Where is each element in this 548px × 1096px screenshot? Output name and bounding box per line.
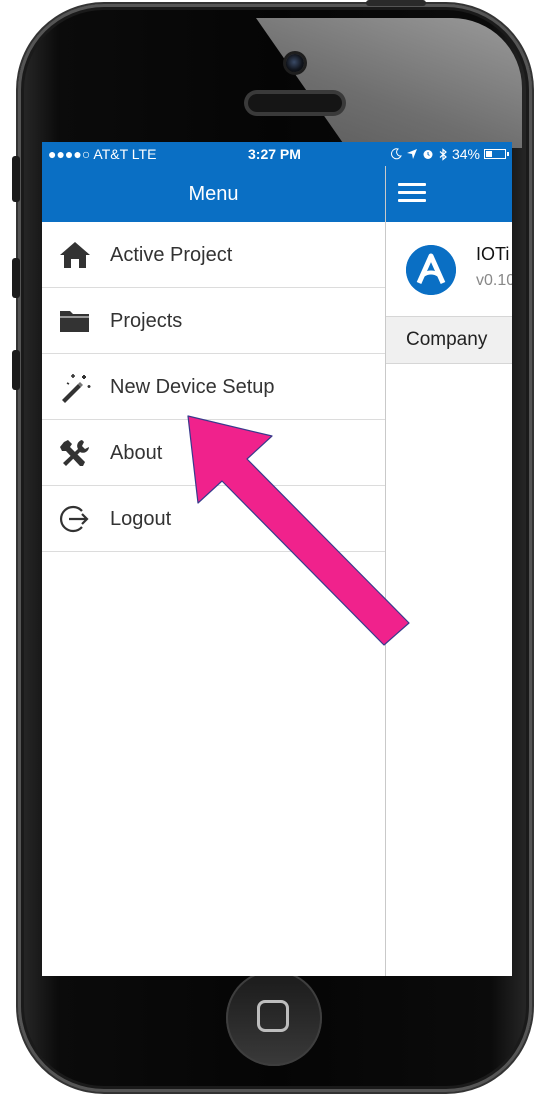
menu-item-logout[interactable]: Logout [42, 486, 385, 552]
app-title: IOTi [476, 244, 510, 264]
company-section-header: Company [386, 316, 512, 364]
status-time: 3:27 PM [248, 146, 301, 162]
alarm-icon [423, 150, 433, 159]
volume-down-button [12, 350, 20, 390]
tools-icon [60, 440, 89, 466]
carrier-signal: ●●●●○ AT&T LTE [48, 146, 157, 162]
menu-header: Menu [42, 166, 385, 222]
magic-wand-icon [62, 374, 91, 403]
location-arrow-icon [406, 149, 417, 159]
menu-item-projects[interactable]: Projects [42, 288, 385, 354]
app-version: v0.10 [476, 272, 512, 289]
home-button-square-icon [257, 1000, 289, 1032]
phone-screen: ●●●●○ AT&T LTE 3:27 PM 34% Menu Active P… [42, 142, 512, 976]
earpiece-speaker [248, 94, 342, 112]
status-bar: ●●●●○ AT&T LTE 3:27 PM 34% [42, 142, 512, 166]
menu-item-label: Logout [110, 508, 172, 530]
folder-icon [60, 311, 89, 332]
company-label: Company [406, 329, 488, 350]
battery-percent: 34% [451, 146, 480, 162]
menu-list: Active Project Projects New Device Setup [42, 222, 385, 552]
app-logo-icon [406, 245, 456, 295]
menu-title: Menu [188, 183, 239, 205]
volume-up-button [12, 258, 20, 298]
status-right-icons: 34% [390, 146, 509, 162]
menu-item-label: Active Project [110, 244, 233, 266]
menu-item-new-device-setup[interactable]: New Device Setup [42, 354, 385, 420]
moon-icon [391, 148, 402, 160]
menu-item-active-project[interactable]: Active Project [42, 222, 385, 288]
menu-item-label: New Device Setup [110, 376, 275, 398]
bluetooth-icon [439, 147, 447, 161]
main-header [386, 166, 512, 222]
power-button [366, 0, 426, 6]
mute-switch [12, 156, 20, 202]
logout-icon [60, 505, 89, 533]
home-icon [60, 242, 90, 268]
phone-glass-reflection [256, 18, 522, 148]
app-info-row[interactable]: IOTi v0.10 [386, 222, 512, 318]
menu-item-about[interactable]: About [42, 420, 385, 486]
menu-item-label: About [110, 442, 163, 464]
battery-icon [484, 149, 509, 159]
hamburger-menu-icon[interactable] [398, 183, 426, 203]
menu-item-label: Projects [110, 310, 183, 332]
front-camera [286, 54, 304, 72]
